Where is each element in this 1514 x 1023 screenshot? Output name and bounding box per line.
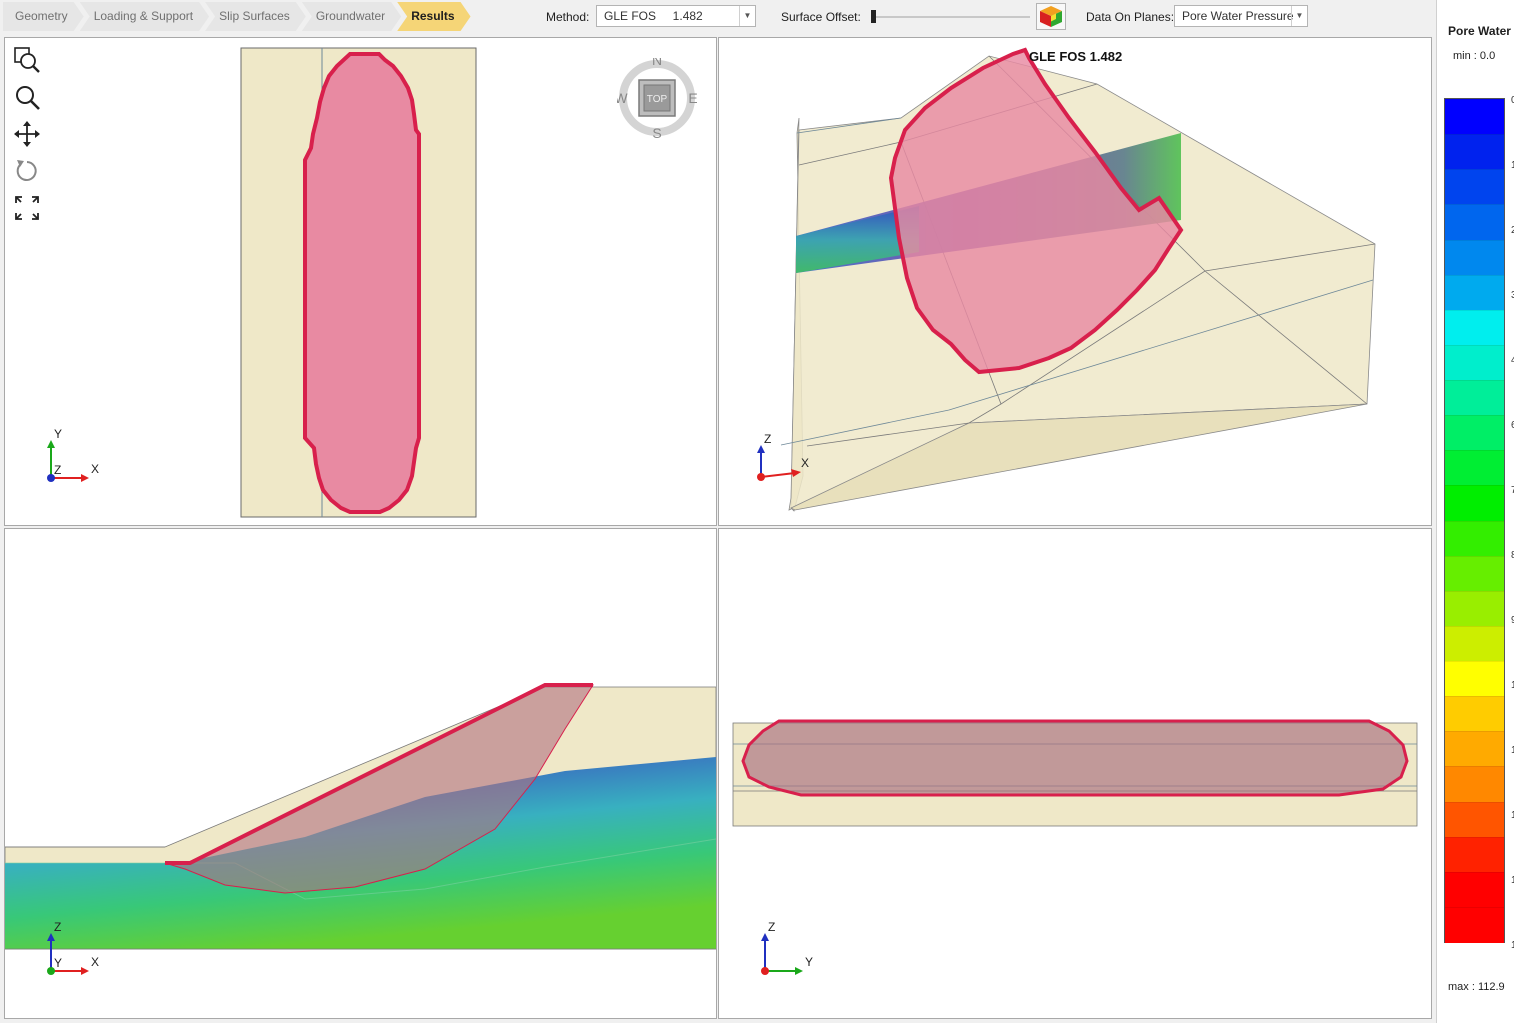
navigation-compass[interactable]: N S E W TOP xyxy=(617,58,697,142)
compass-south: S xyxy=(652,125,661,141)
tab-geometry[interactable]: Geometry xyxy=(3,2,84,31)
viewport-perspective[interactable]: GLE FOS 1.482 Z X xyxy=(718,37,1432,526)
legend-color-bar xyxy=(1444,98,1505,943)
method-label: Method: xyxy=(546,10,590,24)
method-select[interactable]: GLE FOS 1.482 ▼ xyxy=(596,5,756,27)
svg-text:Z: Z xyxy=(764,433,771,446)
axis-triad-top: Y X Z xyxy=(43,428,103,488)
data-planes-select[interactable]: Pore Water Pressure ▼ xyxy=(1174,5,1308,27)
data-planes-label: Data On Planes: xyxy=(1086,10,1175,24)
axis-triad-side: Z Y xyxy=(757,921,817,981)
legend-band xyxy=(1445,766,1504,802)
surface-offset-thumb[interactable] xyxy=(871,10,876,23)
surface-offset-slider[interactable] xyxy=(872,16,1030,18)
tab-results[interactable]: Results xyxy=(397,2,470,31)
view-cube-button[interactable] xyxy=(1036,3,1066,30)
chevron-down-icon[interactable]: ▼ xyxy=(1291,6,1307,26)
legend-band xyxy=(1445,239,1504,276)
svg-text:X: X xyxy=(91,462,99,476)
legend-band xyxy=(1445,661,1504,697)
svg-text:Z: Z xyxy=(54,921,61,934)
fullscreen-icon[interactable] xyxy=(13,194,41,222)
legend-band xyxy=(1445,99,1504,135)
tab-groundwater[interactable]: Groundwater xyxy=(302,2,401,31)
viewport-front[interactable]: Z X Y xyxy=(4,528,717,1019)
legend-band xyxy=(1445,134,1504,170)
pore-water-legend: Pore Water min : 0.0 01234678911111 max … xyxy=(1436,0,1514,1023)
viewport-top[interactable]: N S E W TOP Y X Z xyxy=(4,37,717,526)
svg-text:Z: Z xyxy=(54,463,61,477)
svg-text:Y: Y xyxy=(54,956,62,970)
legend-band xyxy=(1445,906,1504,943)
legend-min: min : 0.0 xyxy=(1453,50,1496,62)
slip-surface-side xyxy=(741,719,1409,797)
legend-band xyxy=(1445,204,1504,240)
legend-band xyxy=(1445,344,1504,381)
chevron-down-icon[interactable]: ▼ xyxy=(739,6,755,26)
top-view-canvas xyxy=(240,47,477,518)
results-toolbar: Geometry Loading & Support Slip Surfaces… xyxy=(0,0,1514,34)
workflow-tabs: Geometry Loading & Support Slip Surfaces… xyxy=(3,2,467,31)
legend-band xyxy=(1445,731,1504,767)
legend-band xyxy=(1445,871,1504,908)
compass-east: E xyxy=(688,90,697,106)
svg-text:X: X xyxy=(91,955,99,969)
svg-text:Y: Y xyxy=(54,428,62,441)
legend-band xyxy=(1445,450,1504,486)
axis-triad-front: Z X Y xyxy=(43,921,103,981)
legend-band xyxy=(1445,555,1504,592)
front-view-canvas xyxy=(5,683,716,950)
side-view-canvas xyxy=(732,719,1418,827)
tab-slip-surfaces[interactable]: Slip Surfaces xyxy=(205,2,306,31)
axis-triad-perspective: Z X xyxy=(753,433,813,493)
legend-max: max : 112.9 xyxy=(1448,981,1505,993)
legend-band xyxy=(1445,696,1504,732)
viewport-side[interactable]: Z Y xyxy=(718,528,1432,1019)
legend-band xyxy=(1445,520,1504,557)
zoom-extents-icon[interactable] xyxy=(13,46,41,74)
pan-icon[interactable] xyxy=(13,120,41,148)
svg-text:X: X xyxy=(801,456,809,470)
compass-north: N xyxy=(652,58,662,68)
legend-band xyxy=(1445,485,1504,521)
legend-title: Pore Water xyxy=(1448,24,1511,38)
legend-band xyxy=(1445,415,1504,451)
tab-loading-support[interactable]: Loading & Support xyxy=(80,2,209,31)
legend-band xyxy=(1445,836,1504,873)
legend-band xyxy=(1445,309,1504,346)
rotate-icon[interactable] xyxy=(13,157,41,185)
svg-text:Z: Z xyxy=(768,921,775,934)
legend-band xyxy=(1445,380,1504,416)
legend-band xyxy=(1445,625,1504,662)
compass-top[interactable]: TOP xyxy=(647,94,668,105)
compass-west: W xyxy=(617,90,628,106)
data-planes-value: Pore Water Pressure xyxy=(1182,9,1294,23)
method-value: GLE FOS 1.482 xyxy=(604,9,703,23)
slip-surface-plan xyxy=(303,52,421,514)
legend-band xyxy=(1445,169,1504,205)
svg-text:Y: Y xyxy=(805,955,813,969)
legend-band xyxy=(1445,801,1504,838)
zoom-icon[interactable] xyxy=(13,83,41,111)
legend-band xyxy=(1445,274,1504,311)
color-cube-icon xyxy=(1040,6,1062,27)
fos-label: GLE FOS 1.482 xyxy=(1029,49,1123,64)
perspective-canvas xyxy=(780,47,1376,512)
surface-offset-label: Surface Offset: xyxy=(781,10,861,24)
legend-band xyxy=(1445,590,1504,627)
